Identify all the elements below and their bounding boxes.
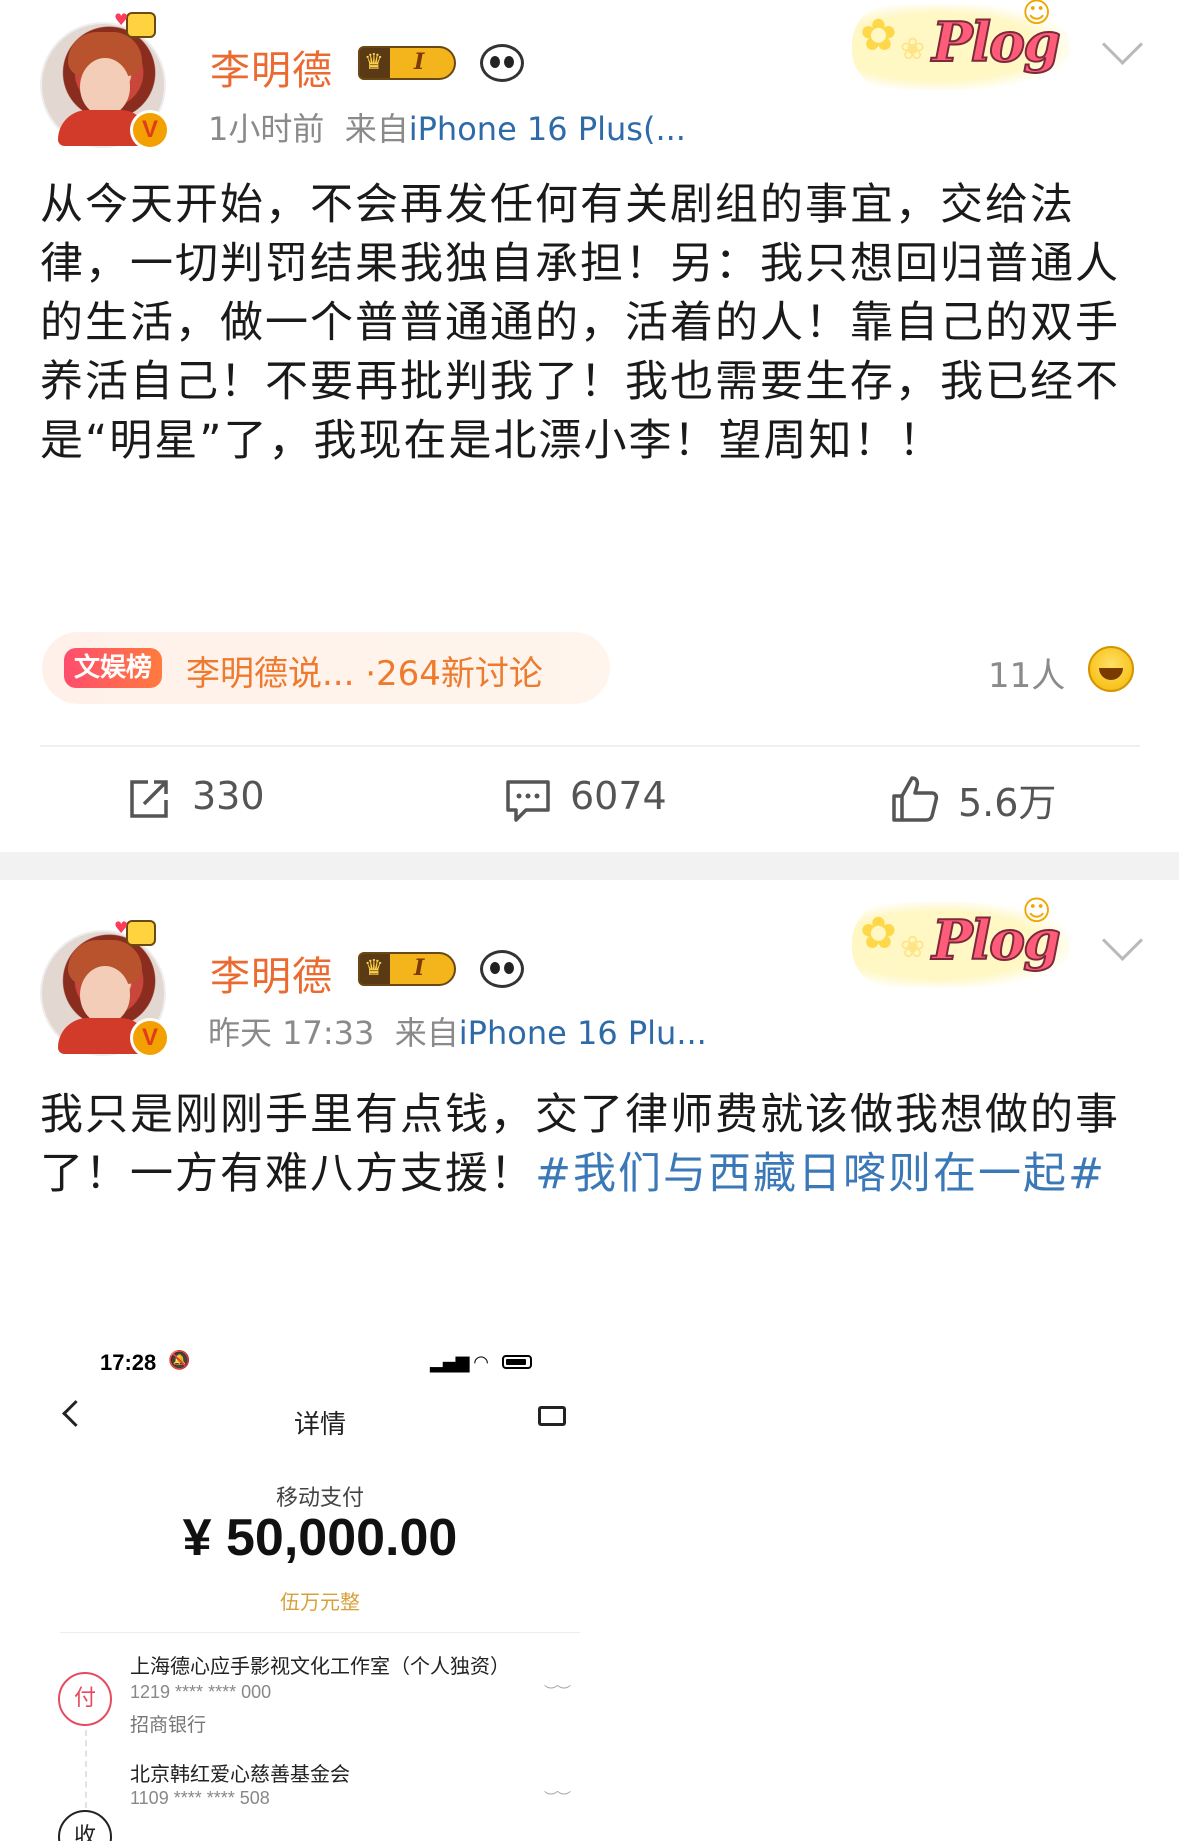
comment-button[interactable]: 6074 — [498, 772, 698, 826]
device-source[interactable]: iPhone 16 Plus(... — [409, 110, 686, 148]
member-crown-icon[interactable]: ♛ I — [358, 46, 456, 80]
camera-decoration-icon — [126, 12, 156, 38]
post-body: 从今天开始，不会再发任何有关剧组的事宜，交给法律，一切判罚结果我独自承担！另：我… — [40, 180, 1120, 466]
payer-bank: 招商银行 — [130, 1714, 207, 1736]
chevron-down-icon[interactable] — [1101, 23, 1144, 66]
topic-text: 李明德说... ·264新讨论 — [186, 654, 543, 694]
bell-slash-icon: 🔕 — [168, 1350, 191, 1371]
payment-receipt-image[interactable]: 17:28 🔕 ▂▄▆ ◠ 详情 移动支付 ¥ 50,000.00 伍万元整 付… — [40, 1330, 600, 1841]
grin-emoji-icon — [1088, 646, 1134, 692]
member-crown-icon[interactable]: ♛ I — [358, 952, 456, 986]
eye-closed-icon: ︶︶ — [544, 1791, 571, 1807]
like-count: 5.6万 — [958, 781, 1057, 825]
divider — [60, 1632, 580, 1633]
source-prefix: 来自 — [394, 1014, 459, 1052]
payment-amount: ¥ 50,000.00 — [182, 1509, 458, 1567]
payer-name: 上海德心应手影视文化工作室（个人独资） — [130, 1654, 510, 1678]
post-time: 昨天 17:33 — [208, 1014, 375, 1052]
repost-count: 330 — [192, 774, 265, 818]
username[interactable]: 李明德 — [210, 38, 333, 96]
payer-icon: 付 — [58, 1672, 112, 1726]
chevron-down-icon[interactable] — [1101, 919, 1144, 962]
share-icon — [130, 780, 168, 818]
smile-icon: ☺ — [1022, 0, 1052, 29]
payee-name: 北京韩红爱心慈善基金会 — [130, 1762, 350, 1786]
payee-account: 1109 **** **** 508 — [130, 1788, 270, 1808]
status-time: 17:28 — [100, 1350, 157, 1375]
comment-icon — [506, 780, 550, 822]
people-count: 11人 — [988, 656, 1066, 696]
post-time: 1小时前 — [208, 110, 325, 148]
timeline-connector — [85, 1730, 87, 1808]
plog-sticker: ✿ ❀ Plog ☺ — [852, 0, 1070, 90]
receipt-title: 详情 — [293, 1410, 346, 1440]
flower-icon: ❀ — [900, 930, 926, 965]
topic-tag[interactable]: 文娱榜 李明德说... ·264新讨论 — [42, 632, 610, 704]
flower-icon: ✿ — [860, 10, 897, 61]
camera-decoration-icon — [126, 920, 156, 946]
payer-account: 1219 **** **** 000 — [130, 1682, 272, 1702]
post-meta: 1小时前 来自iPhone 16 Plus(... — [208, 104, 686, 150]
payee-icon: 收 — [58, 1810, 112, 1841]
post-card-1: ♥ V 李明德 ♛ I 1小时前 来自iPhone 16 Plus(... ✿ … — [0, 0, 1179, 852]
battery-icon — [502, 1355, 532, 1369]
heart-decoration-icon: ♥ — [114, 10, 129, 29]
signal-wifi-icon: ▂▄▆ ◠ — [430, 1352, 489, 1373]
panda-icon — [480, 44, 524, 82]
source-prefix: 来自 — [344, 110, 409, 148]
repost-button[interactable]: 330 — [120, 772, 320, 826]
plog-sticker: ✿ ❀ Plog ☺ — [852, 894, 1070, 988]
hashtag-link[interactable]: #我们与西藏日喀则在一起# — [535, 1149, 1106, 1199]
verified-badge-icon: V — [130, 1018, 170, 1058]
thumbs-up-icon — [892, 776, 939, 822]
username[interactable]: 李明德 — [210, 944, 333, 1002]
device-source[interactable]: iPhone 16 Plu... — [459, 1014, 707, 1052]
eye-closed-icon: ︶︶ — [544, 1685, 571, 1701]
divider — [40, 745, 1140, 747]
post-meta: 昨天 17:33 来自iPhone 16 Plu... — [208, 1008, 707, 1054]
amount-in-words: 伍万元整 — [280, 1590, 360, 1614]
flower-icon: ✿ — [860, 908, 897, 959]
like-button[interactable]: 5.6万 — [886, 770, 1086, 826]
message-icon — [538, 1406, 566, 1426]
post-body: 我只是刚刚手里有点钱，交了律师费就该做我想做的事了！一方有难八方支援！#我们与西… — [40, 1086, 1140, 1204]
verified-badge-icon: V — [130, 110, 170, 150]
flower-icon: ❀ — [900, 32, 926, 67]
topic-rank-label: 文娱榜 — [64, 648, 163, 688]
smile-icon: ☺ — [1022, 894, 1052, 927]
feed-separator — [0, 852, 1179, 880]
heart-decoration-icon: ♥ — [114, 918, 129, 937]
comment-count: 6074 — [570, 774, 667, 818]
panda-icon — [480, 950, 524, 988]
